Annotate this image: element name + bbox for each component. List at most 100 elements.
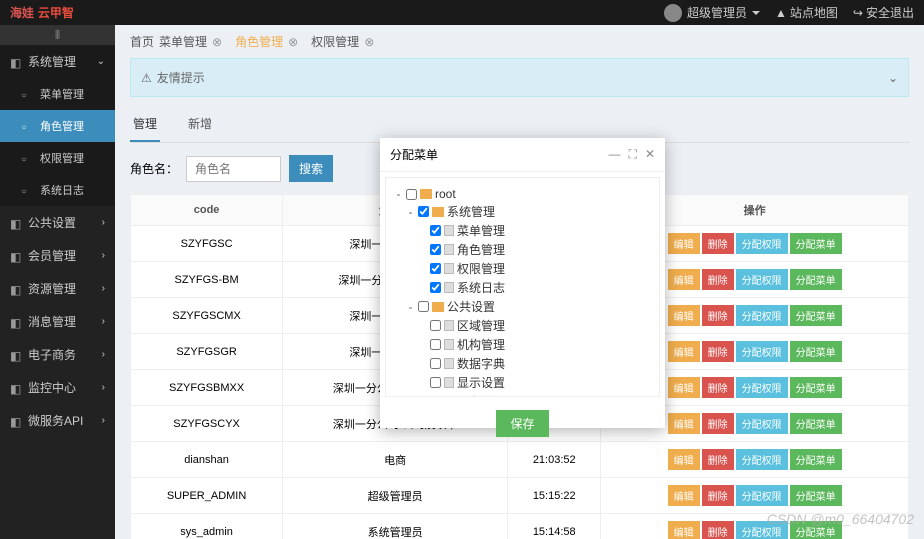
toggle-icon[interactable]	[418, 376, 427, 390]
assign-perm-button[interactable]: 分配权限	[736, 449, 788, 470]
toggle-icon[interactable]	[418, 395, 427, 398]
tree-node[interactable]: 角色管理	[394, 240, 651, 259]
delete-button[interactable]: 删除	[702, 521, 734, 539]
assign-menu-button[interactable]: 分配菜单	[790, 449, 842, 470]
assign-menu-button[interactable]: 分配菜单	[790, 269, 842, 290]
tree-checkbox[interactable]	[430, 282, 441, 293]
breadcrumb-item[interactable]: 菜单管理	[159, 33, 207, 50]
tree-checkbox[interactable]	[430, 396, 441, 397]
toggle-icon[interactable]	[418, 262, 427, 276]
toggle-icon[interactable]	[418, 281, 427, 295]
tab-add[interactable]: 新增	[185, 107, 215, 142]
toggle-icon[interactable]	[418, 357, 427, 371]
save-button[interactable]: 保存	[496, 410, 548, 437]
delete-button[interactable]: 删除	[702, 305, 734, 326]
tree-node[interactable]: -公共设置	[394, 297, 651, 316]
assign-menu-button[interactable]: 分配菜单	[790, 413, 842, 434]
edit-button[interactable]: 编辑	[668, 521, 700, 539]
edit-button[interactable]: 编辑	[668, 341, 700, 362]
tree-node[interactable]: 机构管理	[394, 335, 651, 354]
tree-checkbox[interactable]	[430, 320, 441, 331]
modal-min-icon[interactable]: —	[609, 147, 621, 162]
tab-manage[interactable]: 管理	[130, 107, 160, 142]
logout-link[interactable]: ↪ 安全退出	[853, 4, 914, 21]
close-icon[interactable]: ⊗	[288, 35, 298, 49]
delete-button[interactable]: 删除	[702, 449, 734, 470]
toggle-icon[interactable]	[418, 338, 427, 352]
toggle-icon[interactable]	[418, 243, 427, 257]
tree-checkbox[interactable]	[418, 301, 429, 312]
assign-menu-button[interactable]: 分配菜单	[790, 233, 842, 254]
edit-button[interactable]: 编辑	[668, 413, 700, 434]
tree-node[interactable]: 数据字典	[394, 354, 651, 373]
assign-menu-button[interactable]: 分配菜单	[790, 341, 842, 362]
breadcrumb-item[interactable]: 角色管理	[235, 33, 283, 50]
sidebar-item[interactable]: ◧会员管理›	[0, 239, 115, 272]
tree-node[interactable]: 显示设置	[394, 373, 651, 392]
tree-node[interactable]: 黑名单设置	[394, 392, 651, 397]
toggle-icon[interactable]	[418, 319, 427, 333]
delete-button[interactable]: 删除	[702, 269, 734, 290]
edit-button[interactable]: 编辑	[668, 449, 700, 470]
sidebar-toggle[interactable]: ⦀	[0, 25, 115, 45]
assign-perm-button[interactable]: 分配权限	[736, 305, 788, 326]
assign-menu-button[interactable]: 分配菜单	[790, 305, 842, 326]
assign-menu-button[interactable]: 分配菜单	[790, 377, 842, 398]
toggle-icon[interactable]	[418, 224, 427, 238]
tree-node[interactable]: -root	[394, 186, 651, 202]
search-button[interactable]: 搜索	[289, 155, 333, 182]
sidebar-subitem[interactable]: ▫权限管理	[0, 142, 115, 174]
toggle-icon[interactable]: -	[406, 300, 415, 314]
tree-checkbox[interactable]	[430, 225, 441, 236]
modal-max-icon[interactable]: ⛶	[629, 147, 637, 162]
assign-perm-button[interactable]: 分配权限	[736, 233, 788, 254]
edit-button[interactable]: 编辑	[668, 305, 700, 326]
sidebar-subitem[interactable]: ▫系统日志	[0, 174, 115, 206]
edit-button[interactable]: 编辑	[668, 269, 700, 290]
tree-node[interactable]: -系统管理	[394, 202, 651, 221]
tree-checkbox[interactable]	[406, 189, 417, 200]
tree-node[interactable]: 菜单管理	[394, 221, 651, 240]
breadcrumb-item[interactable]: 权限管理	[311, 33, 359, 50]
collapse-icon[interactable]: ⌄	[888, 71, 898, 85]
sidebar-item[interactable]: ◧消息管理›	[0, 305, 115, 338]
edit-button[interactable]: 编辑	[668, 233, 700, 254]
sidebar-item[interactable]: ◧资源管理›	[0, 272, 115, 305]
toggle-icon[interactable]: -	[406, 205, 415, 219]
assign-menu-button[interactable]: 分配菜单	[790, 485, 842, 506]
tree-node[interactable]: 系统日志	[394, 278, 651, 297]
modal-close-icon[interactable]: ✕	[645, 147, 655, 162]
sidebar-item[interactable]: ◧监控中心›	[0, 371, 115, 404]
sidebar-subitem[interactable]: ▫角色管理	[0, 110, 115, 142]
sidebar-subitem[interactable]: ▫菜单管理	[0, 78, 115, 110]
tree-checkbox[interactable]	[430, 244, 441, 255]
assign-perm-button[interactable]: 分配权限	[736, 413, 788, 434]
edit-button[interactable]: 编辑	[668, 377, 700, 398]
sidebar-item[interactable]: ◧系统管理⌄	[0, 45, 115, 78]
tree-checkbox[interactable]	[430, 263, 441, 274]
delete-button[interactable]: 删除	[702, 377, 734, 398]
search-input[interactable]	[186, 156, 281, 182]
sidebar-item[interactable]: ◧电子商务›	[0, 338, 115, 371]
close-icon[interactable]: ⊗	[212, 35, 222, 49]
delete-button[interactable]: 删除	[702, 413, 734, 434]
user-menu[interactable]: 超级管理员	[664, 4, 760, 22]
delete-button[interactable]: 删除	[702, 485, 734, 506]
menu-tree[interactable]: -root-系统管理 菜单管理 角色管理 权限管理 系统日志-公共设置 区域管理…	[385, 177, 660, 397]
breadcrumb-item[interactable]: 首页	[130, 33, 154, 50]
close-icon[interactable]: ⊗	[364, 35, 374, 49]
tree-checkbox[interactable]	[430, 339, 441, 350]
sitemap-link[interactable]: ▲ 站点地图	[775, 4, 838, 21]
tree-checkbox[interactable]	[418, 206, 429, 217]
edit-button[interactable]: 编辑	[668, 485, 700, 506]
sidebar-item[interactable]: ◧公共设置›	[0, 206, 115, 239]
tree-checkbox[interactable]	[430, 377, 441, 388]
delete-button[interactable]: 删除	[702, 233, 734, 254]
toggle-icon[interactable]: -	[394, 187, 403, 201]
tree-node[interactable]: 区域管理	[394, 316, 651, 335]
tree-checkbox[interactable]	[430, 358, 441, 369]
assign-perm-button[interactable]: 分配权限	[736, 377, 788, 398]
assign-perm-button[interactable]: 分配权限	[736, 485, 788, 506]
sidebar-item[interactable]: ◧微服务API›	[0, 404, 115, 437]
assign-perm-button[interactable]: 分配权限	[736, 341, 788, 362]
